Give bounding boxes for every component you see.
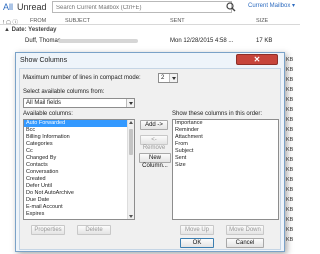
delete-button[interactable]: Delete [77, 225, 111, 235]
list-item[interactable]: Billing Information [24, 134, 134, 141]
ok-button[interactable]: OK [180, 238, 214, 248]
group-header-yesterday[interactable]: ▲ Date: Yesterday [4, 27, 57, 33]
message-size: 17 KB [256, 38, 273, 44]
size-fragment: KB [286, 197, 294, 203]
shown-columns-list[interactable]: Importance Reminder Attachment From Subj… [172, 119, 279, 220]
dialog-title: Show Columns [20, 57, 68, 64]
chevron-down-icon[interactable] [126, 99, 134, 107]
size-fragment: KB [286, 157, 294, 163]
message-sent: Mon 12/28/2015 4:58 ... [170, 38, 234, 44]
show-columns-dialog: Show Columns ✕ Maximum number of lines i… [15, 52, 285, 252]
size-fragment: KB [286, 107, 294, 113]
size-fragment: KB [286, 127, 294, 133]
available-columns-label: Available columns: [23, 111, 73, 117]
list-item[interactable]: Size [173, 162, 278, 169]
message-from: Duff, Thomas [25, 38, 61, 44]
filter-all-tab[interactable]: All [3, 2, 13, 12]
size-fragment: KB [286, 227, 294, 233]
scroll-thumb[interactable] [129, 129, 133, 155]
close-button[interactable]: ✕ [236, 54, 278, 65]
list-item[interactable]: Conversation [24, 169, 134, 176]
list-item[interactable]: Importance [173, 120, 278, 127]
cancel-button[interactable]: Cancel [226, 238, 264, 248]
subject-column-header[interactable]: SUBJECT [65, 18, 90, 24]
scroll-down-icon[interactable] [129, 215, 133, 218]
remove-button[interactable]: <- Remove [140, 135, 168, 151]
size-fragment: KB [286, 137, 294, 143]
chevron-down-icon[interactable] [169, 74, 177, 82]
list-item[interactable]: Do Not AutoArchive [24, 190, 134, 197]
size-fragment: KB [286, 87, 294, 93]
size-fragment: KB [286, 97, 294, 103]
list-item[interactable]: Due Date [24, 197, 134, 204]
scroll-up-icon[interactable] [129, 121, 133, 124]
size-fragment: KB [286, 167, 294, 173]
sent-column-header[interactable]: SENT [170, 18, 185, 24]
size-fragment: KB [286, 217, 294, 223]
move-down-button[interactable]: Move Down [226, 225, 264, 235]
add-button[interactable]: Add -> [140, 120, 168, 130]
shown-columns-label: Show these columns in this order: [172, 111, 263, 117]
size-fragment: KB [286, 177, 294, 183]
list-item[interactable]: Sent [173, 155, 278, 162]
select-from-dropdown[interactable]: All Mail fields [23, 98, 135, 108]
list-item[interactable]: Subject [173, 148, 278, 155]
from-column-header[interactable]: FROM [30, 18, 46, 24]
list-item[interactable]: Categories [24, 141, 134, 148]
max-lines-label: Maximum number of lines in compact mode: [23, 75, 141, 81]
list-item[interactable]: Defer Until [24, 183, 134, 190]
message-row[interactable]: Duff, Thomas Mon 12/28/2015 4:58 ... 17 … [0, 36, 300, 46]
list-item[interactable]: Reminder [173, 127, 278, 134]
max-lines-select[interactable]: 2 [158, 73, 178, 83]
size-fragment: KB [286, 57, 294, 63]
search-box[interactable] [52, 1, 232, 13]
column-header-row: ! ☖ ⓘ FROM SUBJECT SENT SIZE [0, 16, 300, 26]
list-item[interactable]: E-mail Account [24, 204, 134, 211]
search-icon[interactable] [226, 2, 236, 12]
size-fragment: KB [286, 207, 294, 213]
list-item[interactable]: Created [24, 176, 134, 183]
list-item[interactable]: Auto Forwarded [24, 120, 134, 127]
filter-bar: All Unread Current Mailbox ▾ [0, 0, 300, 14]
icon-columns-header[interactable]: ! ☖ ⓘ [3, 18, 18, 26]
list-item[interactable]: Attachment [173, 134, 278, 141]
max-lines-value: 2 [161, 75, 165, 81]
list-item[interactable]: Bcc [24, 127, 134, 134]
list-item[interactable]: From [173, 141, 278, 148]
list-scrollbar[interactable] [127, 120, 134, 219]
new-column-button[interactable]: New Column... [139, 153, 171, 169]
size-fragment: KB [286, 187, 294, 193]
list-item[interactable]: Cc [24, 148, 134, 155]
size-fragment: KB [286, 67, 294, 73]
select-from-value: All Mail fields [26, 100, 62, 106]
search-scope-dropdown[interactable]: Current Mailbox ▾ [248, 2, 295, 9]
search-input[interactable] [56, 3, 206, 12]
list-item[interactable]: Contacts [24, 162, 134, 169]
filter-unread-tab[interactable]: Unread [17, 2, 47, 12]
list-item[interactable]: Expires [24, 211, 134, 218]
redacted-subject [58, 39, 138, 43]
properties-button[interactable]: Properties [31, 225, 65, 235]
size-fragment: KB [286, 77, 294, 83]
move-up-button[interactable]: Move Up [180, 225, 214, 235]
list-item[interactable]: Changed By [24, 155, 134, 162]
size-fragment: KB [286, 147, 294, 153]
dialog-body: Maximum number of lines in compact mode:… [19, 68, 281, 250]
available-columns-list[interactable]: Auto Forwarded Bcc Billing Information C… [23, 119, 135, 220]
size-fragment: KB [286, 117, 294, 123]
size-column-header[interactable]: SIZE [256, 18, 268, 24]
select-from-label: Select available columns from: [23, 89, 105, 95]
size-fragment: KB [286, 237, 294, 243]
